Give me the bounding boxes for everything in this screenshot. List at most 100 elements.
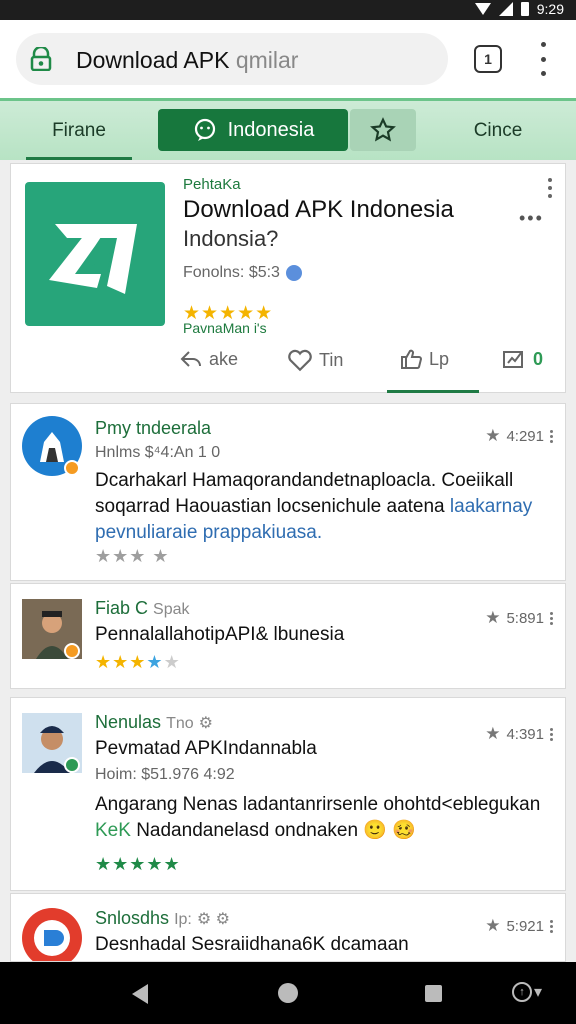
thumbs-up-button[interactable]: Lp — [399, 348, 449, 370]
review-menu-icon[interactable] — [550, 919, 553, 933]
review-score: ★ 5:891 — [485, 608, 553, 628]
review-text: Dcarhakarl Hamaqorandandetnaploacla. Coe… — [95, 468, 555, 546]
browser-toolbar: Download APK qmilar 1 — [0, 20, 576, 98]
signal-icon — [498, 2, 513, 16]
review-author-name: Nenulas — [95, 712, 162, 732]
review-score: ★ 4:291 — [485, 426, 553, 446]
review-author-name: Snlosdhs — [95, 908, 170, 928]
app-actions: ake Tin Lp 0 — [11, 342, 567, 393]
review-score-value: 4:391 — [506, 725, 544, 743]
reply-icon — [180, 351, 201, 367]
review-score-value: 5:891 — [506, 609, 544, 627]
wifi-icon — [474, 3, 491, 15]
avatar[interactable] — [22, 908, 82, 961]
verified-badge-icon — [64, 460, 80, 476]
apk-logo-icon — [49, 224, 137, 294]
report-count: 0 — [533, 348, 544, 369]
app-title: Download APK Indonesia — [183, 196, 454, 223]
star-icon: ★ — [485, 608, 501, 627]
review-card[interactable]: Pmy tndeerala Hnlms $⁴4:An 1 0 Dcarhakar… — [10, 403, 566, 581]
url-text[interactable]: Download APK qmilar — [76, 47, 298, 74]
tab-favorites[interactable] — [350, 109, 416, 151]
review-stars: ★★★ ★ — [95, 546, 170, 566]
star-outline-icon — [370, 117, 396, 142]
system-nav-bar: ↑ ▾ — [0, 962, 576, 1024]
review-meta: Hnlms $⁴4:An 1 0 — [95, 444, 221, 461]
assistant-icon[interactable]: ↑ ▾ — [512, 982, 542, 1002]
settings-icon: ⚙ — [198, 715, 213, 732]
more-horizontal-icon[interactable]: ••• — [519, 208, 544, 229]
verified-badge-icon — [64, 643, 80, 659]
app-publisher[interactable]: PehtaKa — [183, 176, 241, 193]
status-bar: 9:29 — [0, 0, 576, 20]
app-subtitle: Indonsia? — [183, 226, 279, 251]
review-author-name: Fiab C — [95, 598, 149, 618]
star-icon: ★ — [485, 724, 501, 743]
tab-switcher-button[interactable]: 1 — [474, 45, 502, 73]
review-author[interactable]: Pmy tndeerala — [95, 418, 211, 439]
tab-underline — [26, 157, 132, 160]
action-underline — [387, 390, 479, 393]
status-time: 9:29 — [536, 1, 564, 17]
review-score: ★ 5:921 — [485, 916, 553, 936]
review-card[interactable]: Fiab C Spak PennalallahotipAPI& lbunesia… — [10, 583, 566, 689]
app-price: Fonolns: $5:3 — [183, 264, 280, 281]
recents-icon[interactable] — [425, 985, 442, 1002]
review-meta: Hoim: $51.976 4:92 — [95, 766, 235, 783]
app-card[interactable]: PehtaKa Download APK Indonesia ••• Indon… — [10, 163, 566, 393]
url-suffix: qmilar — [235, 47, 299, 73]
review-score-value: 4:291 — [506, 427, 544, 445]
like-label: Tin — [319, 349, 344, 370]
tab-firane[interactable]: Firane — [0, 101, 158, 160]
review-stars: ★★★★★ — [95, 652, 181, 672]
review-card[interactable]: Nenulas Tno ⚙ Pevmatad APKIndannabla Hoi… — [10, 697, 566, 891]
review-author[interactable]: Fiab C Spak — [95, 598, 190, 619]
review-author-suffix: Spak — [153, 601, 190, 618]
avatar[interactable] — [22, 599, 82, 659]
lock-icon — [30, 47, 52, 71]
review-menu-icon[interactable] — [550, 611, 553, 625]
tab-label: Firane — [52, 119, 106, 141]
chart-icon — [503, 351, 523, 368]
chat-icon — [194, 118, 215, 141]
url-bar[interactable]: Download APK qmilar — [16, 33, 448, 85]
star-icon: ★ — [485, 916, 501, 935]
tab-label: Indonesia — [227, 118, 315, 141]
battery-icon — [520, 2, 529, 16]
back-icon[interactable] — [132, 984, 148, 1004]
info-icon — [285, 265, 302, 281]
avatar-image — [34, 920, 70, 956]
review-menu-icon[interactable] — [550, 429, 553, 443]
review-score: ★ 4:391 — [485, 724, 553, 744]
tab-count: 1 — [484, 51, 492, 67]
avatar[interactable] — [22, 713, 82, 773]
heart-icon — [288, 349, 312, 372]
tab-cince[interactable]: Cince — [420, 101, 576, 160]
review-text-prefix: KeK — [95, 820, 131, 841]
more-menu-icon[interactable] — [536, 42, 550, 76]
status-icons: 9:29 — [474, 1, 564, 17]
review-stars: ★★★★★ — [95, 854, 181, 874]
home-icon[interactable] — [278, 983, 298, 1003]
review-text-main: Angarang Nenas ladantanrirsenle ohohtd<e… — [95, 794, 541, 815]
share-button[interactable]: ake — [179, 348, 238, 370]
tab-indonesia[interactable]: Indonesia — [158, 109, 348, 151]
settings-icon: ⚙ ⚙ — [196, 911, 231, 928]
review-card[interactable]: Snlosdhs Ip: ⚙ ⚙ Desnhadal Sesraiidhana6… — [10, 893, 566, 962]
avatar[interactable] — [22, 416, 82, 476]
app-rating-label: PavnaMan i's — [183, 320, 267, 336]
review-author[interactable]: Snlosdhs Ip: ⚙ ⚙ — [95, 908, 230, 929]
like-button[interactable]: Tin — [287, 348, 343, 372]
url-main: Download APK — [76, 47, 230, 73]
app-icon[interactable] — [25, 182, 165, 326]
card-menu-icon[interactable] — [547, 178, 553, 198]
review-score-value: 5:921 — [506, 917, 544, 935]
thumbs-up-icon — [401, 349, 423, 370]
report-button[interactable]: 0 — [501, 348, 543, 370]
verified-badge-icon — [64, 757, 80, 773]
review-author-suffix: Tno — [166, 715, 194, 732]
review-menu-icon[interactable] — [550, 727, 553, 741]
category-tabs: Firane Indonesia Cince — [0, 98, 576, 160]
review-author[interactable]: Nenulas Tno ⚙ — [95, 712, 213, 733]
tab-label: Cince — [473, 119, 523, 141]
